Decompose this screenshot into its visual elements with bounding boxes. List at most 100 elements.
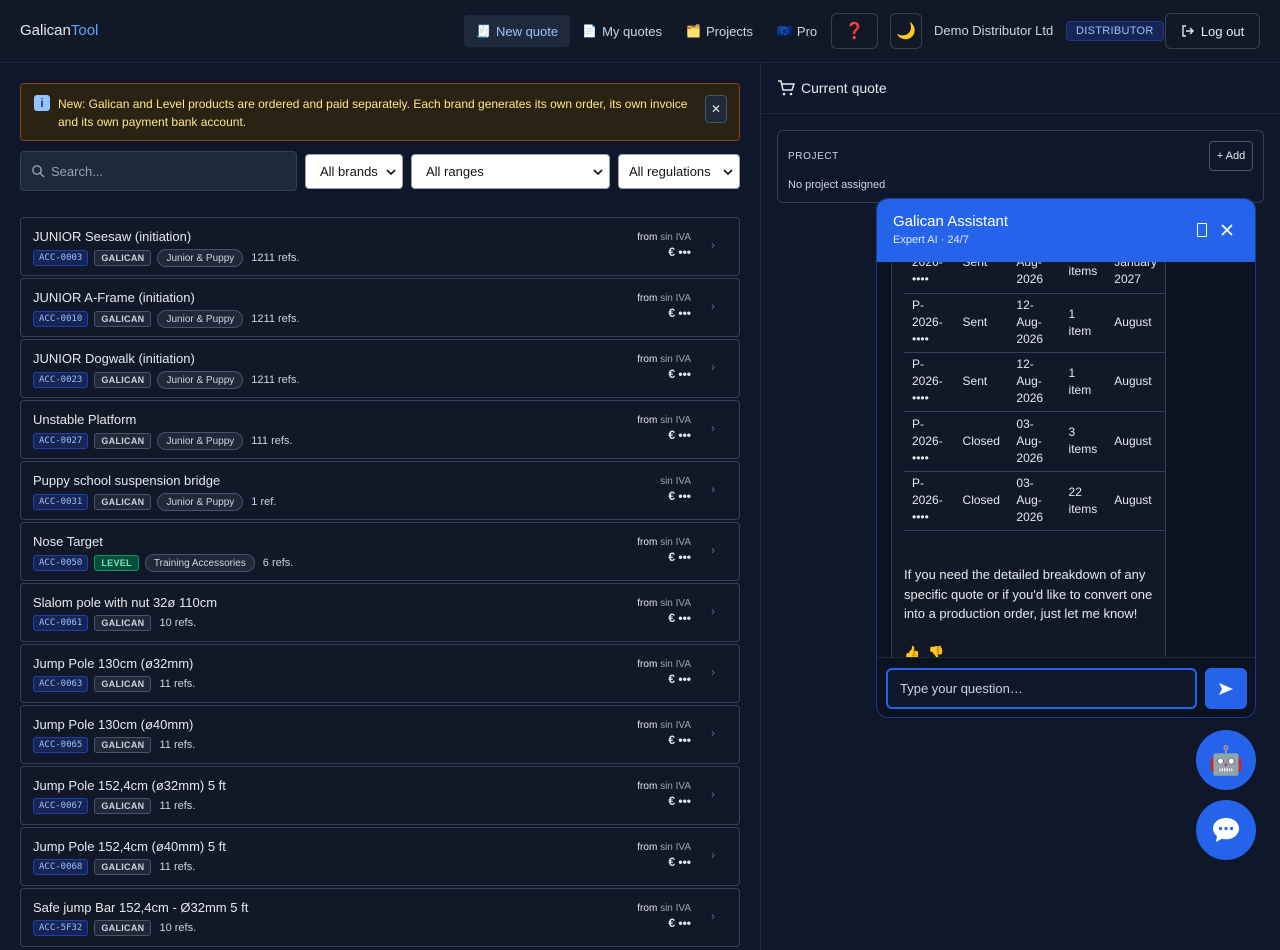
robot-button[interactable]: 🤖 bbox=[1196, 730, 1256, 790]
product-name: Jump Pole 152,4cm (ø40mm) 5 ft bbox=[33, 839, 226, 854]
send-button[interactable] bbox=[1205, 668, 1247, 709]
search-input[interactable] bbox=[51, 152, 291, 190]
moon-icon: 🌙 bbox=[896, 23, 916, 40]
product-price: from sin IVA € ••• bbox=[637, 537, 691, 564]
quote-row: P-2026-••••Sent13-Aug-202612 itemsIndigo… bbox=[904, 262, 1165, 294]
product-code: ACC-0063 bbox=[33, 676, 89, 692]
product-row[interactable]: JUNIOR A-Frame (initiation) ACC-0010 GALIC… bbox=[20, 278, 740, 337]
quote-extra: August bbox=[1106, 352, 1165, 412]
chevron-right-icon[interactable]: › bbox=[711, 299, 715, 313]
chevron-right-icon[interactable]: › bbox=[711, 604, 715, 618]
thumbs-up-icon[interactable]: 👍 bbox=[904, 645, 920, 657]
price-tax: sin IVA bbox=[660, 781, 691, 792]
chevron-right-icon[interactable]: › bbox=[711, 787, 715, 801]
product-row[interactable]: Safe jump Bar 152,4cm - Ø32mm 5 ft ACC-5F… bbox=[20, 888, 740, 947]
product-name: JUNIOR A-Frame (initiation) bbox=[33, 290, 195, 305]
tab-pro[interactable]: 🇪🇺 Pro bbox=[765, 15, 819, 47]
chevron-right-icon[interactable]: › bbox=[711, 421, 715, 435]
quote-items: 1 item bbox=[1060, 352, 1107, 412]
chevron-right-icon[interactable]: › bbox=[711, 238, 715, 252]
product-code: ACC-0061 bbox=[33, 615, 89, 631]
product-row[interactable]: Jump Pole 130cm (ø40mm) ACC-0065 GALICAN 11… bbox=[20, 705, 740, 764]
product-row[interactable]: Jump Pole 130cm (ø32mm) ACC-0063 GALICAN 11… bbox=[20, 644, 740, 703]
question-icon: ❓ bbox=[844, 23, 865, 40]
quote-date: 12- Aug- 2026 bbox=[1008, 293, 1061, 353]
chat-button[interactable] bbox=[1196, 800, 1256, 860]
range-badge: Training Accessories bbox=[144, 554, 255, 572]
notice-text: New: Galican and Level products are orde… bbox=[58, 97, 688, 129]
assistant-title: Galican Assistant bbox=[893, 213, 1009, 230]
price-value: € ••• bbox=[668, 428, 691, 442]
info-icon: i bbox=[34, 95, 50, 111]
price-note: from sin IVA bbox=[637, 903, 691, 914]
range-badge: Junior & Puppy bbox=[157, 310, 244, 328]
product-row[interactable]: JUNIOR Seesaw (initiation) ACC-0003 GALICA… bbox=[20, 217, 740, 276]
quote-ref: P-2026-•••• bbox=[904, 352, 955, 412]
product-row[interactable]: Nose Target ACC-0050 LEVEL Training Accesso… bbox=[20, 522, 740, 581]
refs-count: 6 refs. bbox=[262, 557, 294, 569]
notice-banner: i New: Galican and Level products are or… bbox=[20, 83, 740, 141]
quote-ref: P-2026-•••• bbox=[904, 471, 955, 531]
price-tax: sin IVA bbox=[660, 659, 691, 670]
add-project-button[interactable]: + Add bbox=[1209, 141, 1253, 171]
product-name: Jump Pole 130cm (ø40mm) bbox=[33, 717, 194, 732]
refs-count: 1 ref. bbox=[251, 496, 277, 508]
product-row[interactable]: Unstable Platform ACC-0027 GALICAN Junior &… bbox=[20, 400, 740, 459]
expand-icon[interactable] bbox=[1197, 223, 1207, 237]
product-row[interactable]: Jump Pole 152,4cm (ø32mm) 5 ft ACC-0067 GA… bbox=[20, 766, 740, 825]
price-from: from bbox=[637, 598, 658, 609]
price-value: € ••• bbox=[668, 550, 691, 564]
quote-status: Sent bbox=[954, 293, 1009, 353]
tab-my-quotes[interactable]: 📄 My quotes bbox=[570, 15, 674, 47]
chevron-right-icon[interactable]: › bbox=[711, 665, 715, 679]
price-value: € ••• bbox=[668, 916, 691, 930]
assistant-messages[interactable]: P-2026-••••Sent13-Aug-202612 itemsIndigo… bbox=[877, 262, 1255, 658]
price-value: € ••• bbox=[668, 306, 691, 320]
brand-badge: GALICAN bbox=[94, 433, 152, 449]
quote-items: 1 item bbox=[1060, 293, 1107, 353]
chevron-right-icon[interactable]: › bbox=[711, 848, 715, 862]
product-row[interactable]: Puppy school suspension bridge ACC-0031 GA… bbox=[20, 461, 740, 520]
chevron-right-icon[interactable]: › bbox=[711, 360, 715, 374]
quote-date: 03- Aug- 2026 bbox=[1008, 411, 1061, 472]
logout-label: Log out bbox=[1200, 23, 1245, 39]
refs-count: 1211 refs. bbox=[251, 313, 300, 325]
chevron-right-icon[interactable]: › bbox=[711, 726, 715, 740]
assistant-input[interactable] bbox=[900, 670, 1190, 707]
thumbs-down-icon[interactable]: 👎 bbox=[928, 645, 944, 657]
tab-new-quote[interactable]: 🧾 New quote bbox=[464, 15, 571, 47]
price-tax: sin IVA bbox=[660, 537, 691, 548]
tab-projects[interactable]: 🗂️ Projects bbox=[674, 15, 765, 47]
close-icon[interactable] bbox=[1220, 223, 1234, 237]
range-select[interactable]: All ranges bbox=[411, 154, 610, 189]
quote-items: 12 items bbox=[1060, 262, 1107, 294]
assistant-window: Galican Assistant Expert AI · 24/7 P-202… bbox=[876, 198, 1256, 718]
product-row[interactable]: JUNIOR Dogwalk (initiation) ACC-0023 GALIC… bbox=[20, 339, 740, 398]
product-price: from sin IVA € ••• bbox=[637, 293, 691, 320]
chevron-right-icon[interactable]: › bbox=[711, 543, 715, 557]
refs-count: 11 refs. bbox=[159, 800, 196, 812]
product-code: ACC-5F32 bbox=[33, 920, 89, 936]
product-price: from sin IVA € ••• bbox=[637, 354, 691, 381]
logout-button[interactable]: Log out bbox=[1165, 13, 1260, 49]
quote-row: P- 2026- •••• Sent 12- Aug- 2026 1 item August bbox=[904, 352, 1165, 412]
chevron-right-icon[interactable]: › bbox=[711, 482, 715, 496]
price-from: from bbox=[637, 781, 658, 792]
price-from: from bbox=[637, 293, 658, 304]
product-row[interactable]: Jump Pole 152,4cm (ø40mm) 5 ft ACC-0068 GA… bbox=[20, 827, 740, 886]
chevron-right-icon[interactable]: › bbox=[711, 909, 715, 923]
brand-badge: GALICAN bbox=[94, 676, 152, 692]
main-nav: 🧾 New quote 📄 My quotes 🗂️ Projects 🇪🇺 Pro bbox=[464, 15, 819, 47]
app-logo[interactable]: GalicanTool bbox=[20, 22, 98, 39]
price-tax: sin IVA bbox=[660, 598, 691, 609]
brand-select-value: All brands bbox=[320, 164, 378, 179]
theme-toggle-button[interactable]: 🌙 bbox=[890, 13, 922, 49]
quote-status: Closed bbox=[954, 471, 1009, 531]
help-button[interactable]: ❓ bbox=[831, 13, 878, 49]
price-note: sin IVA bbox=[660, 476, 691, 487]
notice-close-button[interactable]: ✕ bbox=[705, 95, 727, 123]
product-row[interactable]: Slalom pole with nut 32ø 110cm ACC-0061 GA… bbox=[20, 583, 740, 642]
price-note: from sin IVA bbox=[637, 293, 691, 304]
regulation-select[interactable]: All regulations bbox=[618, 154, 740, 189]
brand-select[interactable]: All brands bbox=[305, 154, 403, 189]
